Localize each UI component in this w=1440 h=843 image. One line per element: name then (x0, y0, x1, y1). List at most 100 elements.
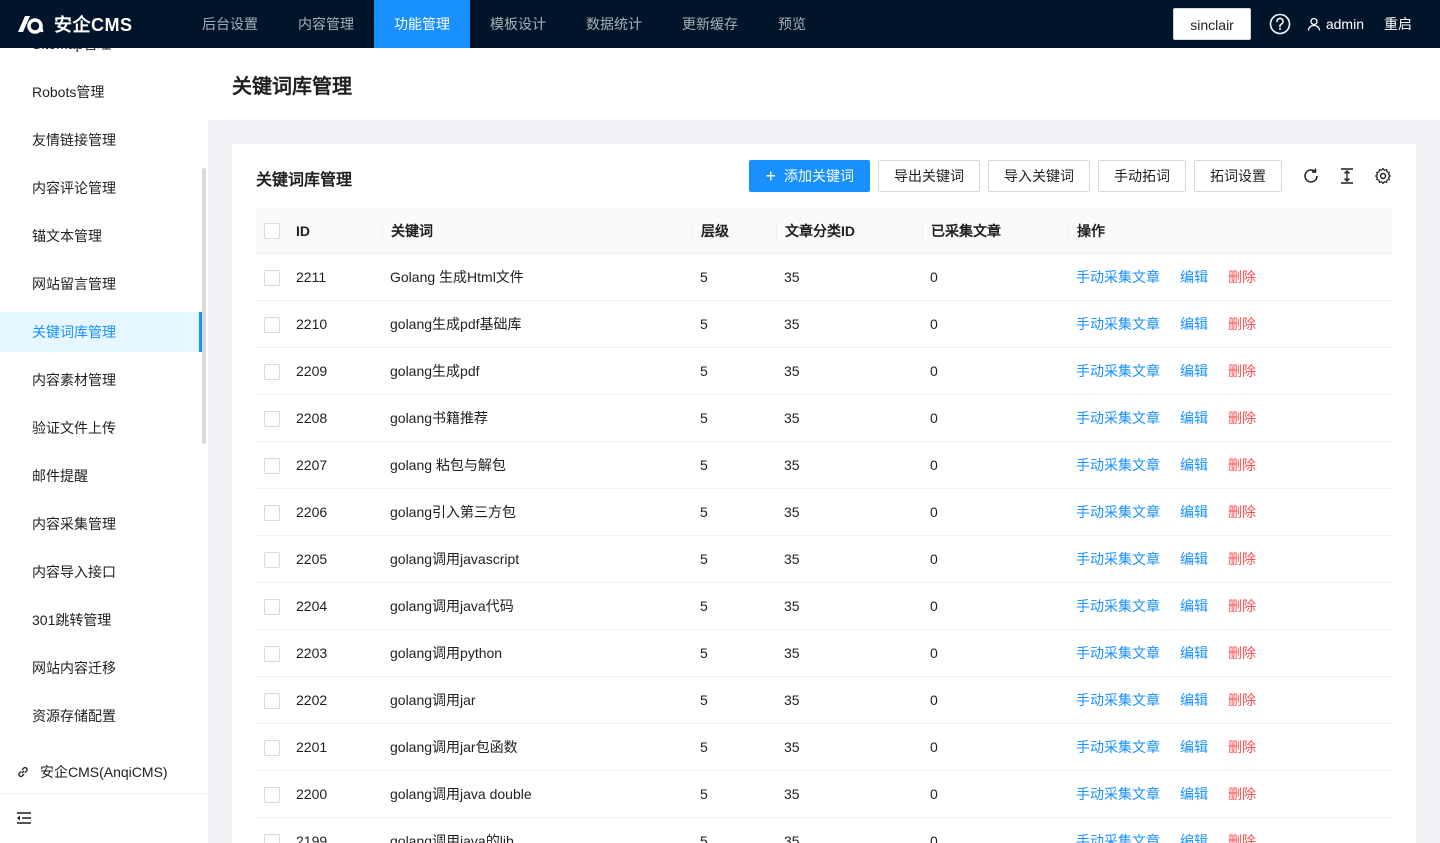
delete-link[interactable]: 删除 (1228, 739, 1256, 755)
edit-link[interactable]: 编辑 (1180, 410, 1208, 426)
edit-link[interactable]: 编辑 (1180, 833, 1208, 843)
sidebar-item-collector[interactable]: 内容采集管理 (0, 504, 202, 544)
sidebar-item-materials[interactable]: 内容素材管理 (0, 360, 202, 400)
select-all-checkbox[interactable] (264, 223, 280, 240)
row-checkbox[interactable] (264, 786, 280, 803)
collect-articles-link[interactable]: 手动采集文章 (1076, 410, 1160, 426)
sidebar-item-verify-upload[interactable]: 验证文件上传 (0, 408, 202, 448)
cell-level: 5 (700, 410, 708, 426)
edit-link[interactable]: 编辑 (1180, 692, 1208, 708)
column-id[interactable]: ID (296, 223, 310, 239)
delete-link[interactable]: 删除 (1228, 363, 1256, 379)
sidebar-item-import-api[interactable]: 内容导入接口 (0, 552, 202, 592)
edit-link[interactable]: 编辑 (1180, 598, 1208, 614)
topnav-feature-management[interactable]: 功能管理 (374, 0, 470, 48)
density-icon[interactable] (1338, 167, 1356, 185)
edit-link[interactable]: 编辑 (1180, 551, 1208, 567)
topnav-preview[interactable]: 预览 (758, 0, 826, 48)
row-checkbox[interactable] (264, 504, 280, 521)
add-keyword-button[interactable]: + 添加关键词 (749, 160, 870, 192)
sidebar-item-mail-alert[interactable]: 邮件提醒 (0, 456, 202, 496)
menu-fold-icon[interactable] (16, 810, 32, 826)
row-checkbox[interactable] (264, 645, 280, 662)
row-checkbox[interactable] (264, 833, 280, 843)
collect-articles-link[interactable]: 手动采集文章 (1076, 739, 1160, 755)
sidebar-item-friend-links[interactable]: 友情链接管理 (0, 120, 202, 160)
row-checkbox[interactable] (264, 410, 280, 427)
edit-link[interactable]: 编辑 (1180, 786, 1208, 802)
delete-link[interactable]: 删除 (1228, 598, 1256, 614)
edit-link[interactable]: 编辑 (1180, 739, 1208, 755)
row-checkbox[interactable] (264, 692, 280, 709)
collect-articles-link[interactable]: 手动采集文章 (1076, 598, 1160, 614)
collect-articles-link[interactable]: 手动采集文章 (1076, 363, 1160, 379)
help-icon[interactable] (1269, 13, 1291, 35)
topnav-update-cache[interactable]: 更新缓存 (662, 0, 758, 48)
sidebar-scrollbar[interactable] (202, 168, 206, 444)
sidebar-item-storage[interactable]: 资源存储配置 (0, 696, 202, 736)
reload-icon[interactable] (1302, 167, 1320, 185)
collect-articles-link[interactable]: 手动采集文章 (1076, 645, 1160, 661)
sidebar-item-sitemap[interactable]: Sitemap管理 (0, 48, 202, 64)
sidebar-item-transfer[interactable]: 网站内容迁移 (0, 648, 202, 688)
edit-link[interactable]: 编辑 (1180, 504, 1208, 520)
restart-button[interactable]: 重启 (1384, 14, 1412, 34)
sidebar-item-keywords[interactable]: 关键词库管理 (0, 312, 202, 352)
site-switch-button[interactable]: sinclair (1173, 8, 1251, 40)
edit-link[interactable]: 编辑 (1180, 316, 1208, 332)
column-level[interactable]: 层级 (693, 223, 729, 239)
edit-link[interactable]: 编辑 (1180, 645, 1208, 661)
topnav-template-design[interactable]: 模板设计 (470, 0, 566, 48)
topnav-statistics[interactable]: 数据统计 (566, 0, 662, 48)
delete-link[interactable]: 删除 (1228, 645, 1256, 661)
edit-link[interactable]: 编辑 (1180, 457, 1208, 473)
column-articles[interactable]: 已采集文章 (923, 223, 1001, 239)
column-keyword[interactable]: 关键词 (383, 223, 433, 239)
row-checkbox[interactable] (264, 457, 280, 474)
delete-link[interactable]: 删除 (1228, 410, 1256, 426)
delete-link[interactable]: 删除 (1228, 692, 1256, 708)
edit-link[interactable]: 编辑 (1180, 363, 1208, 379)
delete-link[interactable]: 删除 (1228, 269, 1256, 285)
edit-link[interactable]: 编辑 (1180, 269, 1208, 285)
delete-link[interactable]: 删除 (1228, 786, 1256, 802)
sidebar-item-redirect[interactable]: 301跳转管理 (0, 600, 202, 640)
collect-articles-link[interactable]: 手动采集文章 (1076, 504, 1160, 520)
collect-articles-link[interactable]: 手动采集文章 (1076, 316, 1160, 332)
delete-link[interactable]: 删除 (1228, 316, 1256, 332)
sidebar-item-guestbook[interactable]: 网站留言管理 (0, 264, 202, 304)
sidebar-item-comments[interactable]: 内容评论管理 (0, 168, 202, 208)
collect-articles-link[interactable]: 手动采集文章 (1076, 551, 1160, 567)
row-checkbox[interactable] (264, 269, 280, 286)
row-checkbox[interactable] (264, 363, 280, 380)
settings-gear-icon[interactable] (1374, 167, 1392, 185)
sidebar: Sitemap管理 Robots管理 友情链接管理 内容评论管理 锚文本管理 网… (0, 48, 208, 843)
collect-articles-link[interactable]: 手动采集文章 (1076, 269, 1160, 285)
row-checkbox[interactable] (264, 551, 280, 568)
export-keywords-button[interactable]: 导出关键词 (878, 160, 980, 192)
delete-link[interactable]: 删除 (1228, 504, 1256, 520)
collect-articles-link[interactable]: 手动采集文章 (1076, 692, 1160, 708)
delete-link[interactable]: 删除 (1228, 551, 1256, 567)
logo[interactable]: 安企CMS (0, 0, 182, 48)
column-category-id[interactable]: 文章分类ID (777, 223, 855, 239)
sidebar-item-anchor-text[interactable]: 锚文本管理 (0, 216, 202, 256)
table-row: 2205 golang调用javascript 5 35 0 手动采集文章 编辑 删除 (256, 536, 1392, 583)
collect-articles-link[interactable]: 手动采集文章 (1076, 786, 1160, 802)
collect-articles-link[interactable]: 手动采集文章 (1076, 833, 1160, 843)
topnav-backend-settings[interactable]: 后台设置 (182, 0, 278, 48)
manual-expand-button[interactable]: 手动拓词 (1098, 160, 1186, 192)
row-checkbox[interactable] (264, 598, 280, 615)
sidebar-item-robots[interactable]: Robots管理 (0, 72, 202, 112)
anqicms-link[interactable]: 安企CMS(AnqiCMS) (0, 750, 208, 794)
delete-link[interactable]: 删除 (1228, 833, 1256, 843)
collect-articles-link[interactable]: 手动采集文章 (1076, 457, 1160, 473)
row-checkbox[interactable] (264, 739, 280, 756)
delete-link[interactable]: 删除 (1228, 457, 1256, 473)
user-menu[interactable]: admin (1307, 16, 1364, 32)
import-keywords-button[interactable]: 导入关键词 (988, 160, 1090, 192)
topnav-content-management[interactable]: 内容管理 (278, 0, 374, 48)
row-checkbox[interactable] (264, 316, 280, 333)
cell-articles: 0 (930, 410, 938, 426)
expand-settings-button[interactable]: 拓词设置 (1194, 160, 1282, 192)
